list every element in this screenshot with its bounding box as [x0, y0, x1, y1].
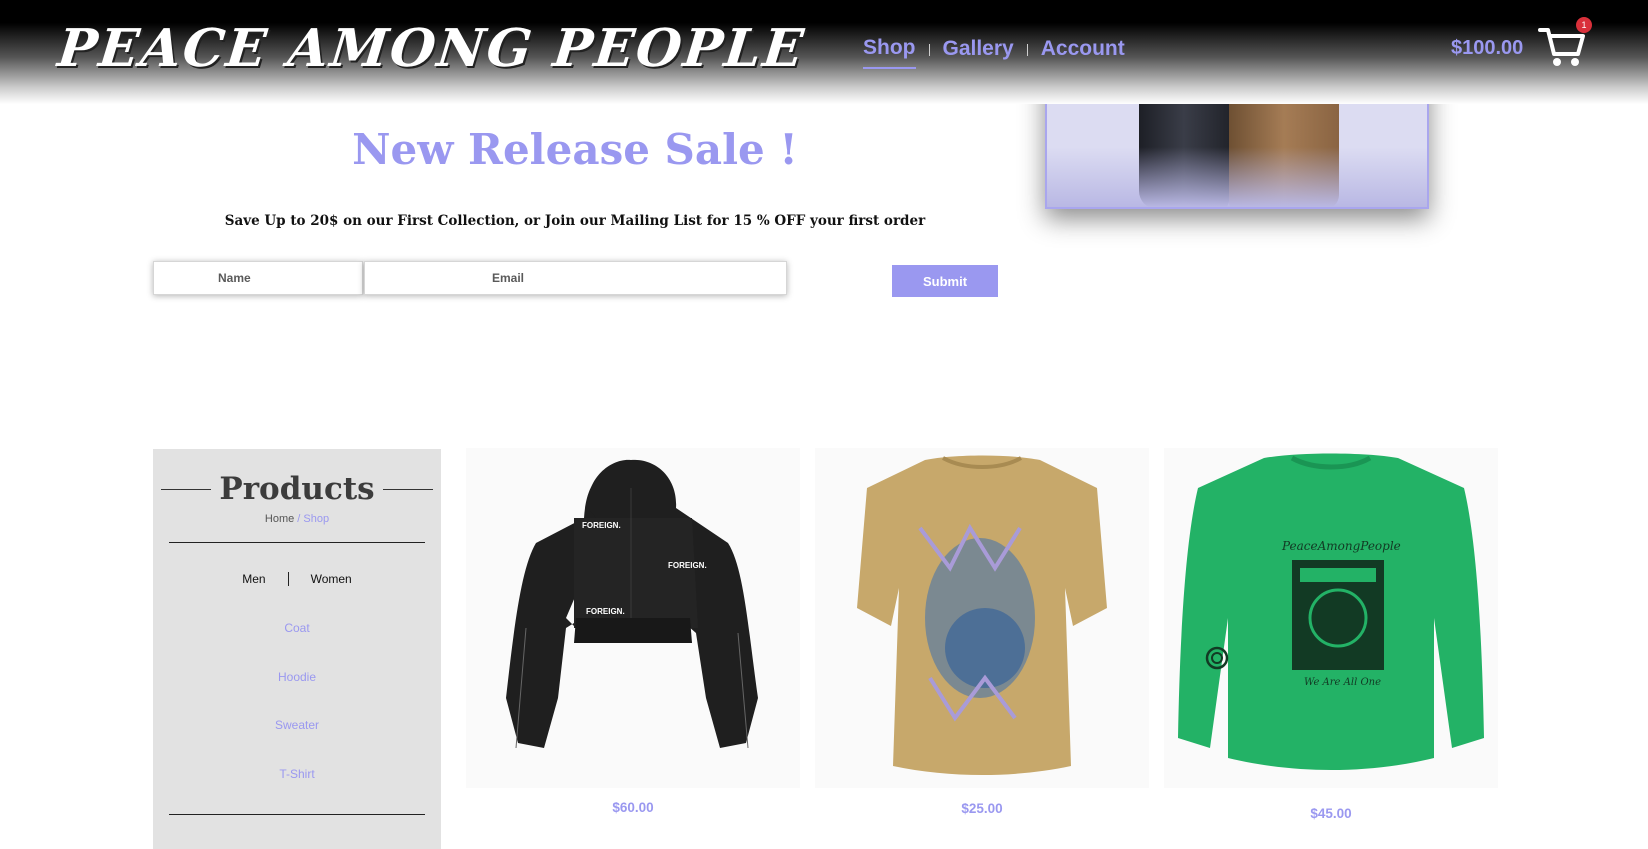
breadcrumb-current: Shop — [303, 513, 330, 525]
sweater-print-bottom: We Are All One — [1304, 677, 1381, 688]
category-coat[interactable]: Coat — [153, 621, 441, 635]
print-text: FOREIGN. — [668, 561, 707, 570]
nav-divider — [1026, 44, 1028, 56]
cart-total[interactable]: $100.00 — [1451, 35, 1523, 61]
name-field[interactable] — [153, 261, 363, 295]
nav-account-link[interactable]: Account — [1041, 33, 1125, 68]
submit-button[interactable]: Submit — [892, 265, 998, 297]
sidebar-title: Products — [219, 471, 375, 507]
breadcrumb: Home / Shop — [153, 512, 441, 526]
breadcrumb-home[interactable]: Home — [265, 513, 294, 525]
product-price: $60.00 — [612, 800, 654, 815]
main-nav: Shop Gallery Account — [863, 32, 1125, 69]
title-rule-left — [161, 488, 212, 490]
print-text: FOREIGN. — [582, 521, 621, 530]
sweater-print-top: PeaceAmongPeople — [1281, 539, 1401, 553]
cart-count-badge: 1 — [1576, 17, 1592, 33]
black-hoodie-image: FOREIGN. FOREIGN. FOREIGN. — [506, 459, 758, 749]
nav-divider — [928, 44, 930, 56]
tan-tshirt-image — [857, 455, 1107, 775]
gender-divider — [287, 572, 289, 586]
nav-shop-link[interactable]: Shop — [863, 32, 916, 69]
hero-floor-gradient — [1047, 147, 1427, 207]
product-price: $25.00 — [961, 801, 1003, 816]
products-sidebar: Products Home / Shop Men Women Coat Hood… — [153, 449, 441, 849]
site-header: PEACE AMONG PEOPLE Shop Gallery Account … — [0, 0, 1648, 104]
brand-logo[interactable]: PEACE AMONG PEOPLE — [54, 14, 808, 84]
nav-gallery-link[interactable]: Gallery — [943, 33, 1014, 68]
title-rule-right — [382, 488, 433, 490]
product-card-sweater[interactable]: PeaceAmongPeople We Are All One — [1164, 448, 1498, 788]
sale-subtitle: Save Up to 20$ on our First Collection, … — [224, 213, 926, 229]
print-text: FOREIGN. — [586, 607, 625, 616]
product-card-hoodie[interactable]: FOREIGN. FOREIGN. FOREIGN. — [466, 448, 800, 788]
email-field[interactable] — [364, 261, 787, 295]
sidebar-divider — [169, 814, 425, 815]
category-sweater[interactable]: Sweater — [153, 718, 441, 732]
category-hoodie[interactable]: Hoodie — [153, 670, 441, 684]
green-sweater-image: PeaceAmongPeople We Are All One — [1178, 453, 1484, 770]
filter-women[interactable]: Women — [311, 572, 352, 586]
product-card-tshirt[interactable] — [815, 448, 1149, 788]
sidebar-title-row: Products — [161, 469, 433, 509]
product-price: $45.00 — [1310, 806, 1352, 821]
filter-men[interactable]: Men — [242, 572, 265, 586]
sidebar-divider — [169, 542, 425, 543]
gender-filter: Men Women — [153, 572, 441, 586]
category-tshirt[interactable]: T-Shirt — [153, 767, 441, 781]
sale-heading: New Release Sale ! — [352, 125, 798, 174]
